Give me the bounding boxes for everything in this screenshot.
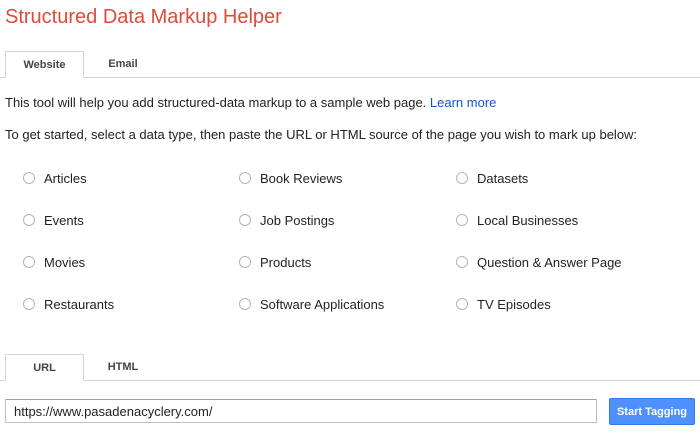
data-type-local-businesses[interactable]: Local Businesses bbox=[456, 210, 578, 230]
tab-url[interactable]: URL bbox=[5, 354, 84, 381]
radio-button[interactable] bbox=[456, 214, 468, 226]
data-type-articles[interactable]: Articles bbox=[23, 168, 87, 188]
data-type-question-answer-page[interactable]: Question & Answer Page bbox=[456, 252, 622, 272]
source-tabs: Website Email bbox=[0, 51, 700, 78]
radio-button[interactable] bbox=[456, 172, 468, 184]
radio-button[interactable] bbox=[239, 172, 251, 184]
data-type-label: Articles bbox=[44, 170, 87, 186]
data-type-restaurants[interactable]: Restaurants bbox=[23, 294, 114, 314]
input-tabs: URL HTML bbox=[0, 354, 700, 381]
data-type-job-postings[interactable]: Job Postings bbox=[239, 210, 334, 230]
data-type-label: Local Businesses bbox=[477, 212, 579, 228]
data-type-label: Book Reviews bbox=[260, 170, 343, 186]
data-type-tv-episodes[interactable]: TV Episodes bbox=[456, 294, 551, 314]
data-type-label: Datasets bbox=[477, 170, 529, 186]
app-title: Structured Data Markup Helper bbox=[5, 6, 282, 28]
radio-button[interactable] bbox=[456, 298, 468, 310]
markup-helper-page: Structured Data Markup Helper Website Em… bbox=[0, 0, 700, 433]
start-tagging-button[interactable]: Start Tagging bbox=[609, 398, 695, 425]
radio-button[interactable] bbox=[456, 256, 468, 268]
data-type-label: Movies bbox=[44, 254, 86, 270]
data-type-book-reviews[interactable]: Book Reviews bbox=[239, 168, 342, 188]
data-type-products[interactable]: Products bbox=[239, 252, 311, 272]
data-type-label: Software Applications bbox=[260, 296, 385, 312]
data-type-label: Restaurants bbox=[44, 296, 115, 312]
tab-html[interactable]: HTML bbox=[84, 354, 162, 380]
learn-more-link[interactable]: Learn more bbox=[430, 95, 496, 110]
tab-email[interactable]: Email bbox=[84, 51, 162, 77]
intro-text: This tool will help you add structured-d… bbox=[5, 95, 496, 110]
radio-button[interactable] bbox=[23, 256, 35, 268]
instruction-text: To get started, select a data type, then… bbox=[5, 127, 638, 142]
data-type-label: Events bbox=[44, 212, 84, 228]
radio-button[interactable] bbox=[239, 256, 251, 268]
data-type-movies[interactable]: Movies bbox=[23, 252, 85, 272]
data-type-label: Job Postings bbox=[260, 212, 335, 228]
radio-button[interactable] bbox=[239, 214, 251, 226]
data-type-label: Products bbox=[260, 254, 312, 270]
data-type-label: TV Episodes bbox=[477, 296, 551, 312]
radio-button[interactable] bbox=[23, 298, 35, 310]
data-type-software-applications[interactable]: Software Applications bbox=[239, 294, 384, 314]
radio-button[interactable] bbox=[239, 298, 251, 310]
data-type-label: Question & Answer Page bbox=[477, 254, 622, 270]
radio-button[interactable] bbox=[23, 214, 35, 226]
data-type-events[interactable]: Events bbox=[23, 210, 84, 230]
data-type-datasets[interactable]: Datasets bbox=[456, 168, 528, 188]
intro-sentence: This tool will help you add structured-d… bbox=[5, 95, 430, 110]
radio-button[interactable] bbox=[23, 172, 35, 184]
tab-website[interactable]: Website bbox=[5, 51, 84, 78]
url-input[interactable] bbox=[5, 399, 597, 423]
